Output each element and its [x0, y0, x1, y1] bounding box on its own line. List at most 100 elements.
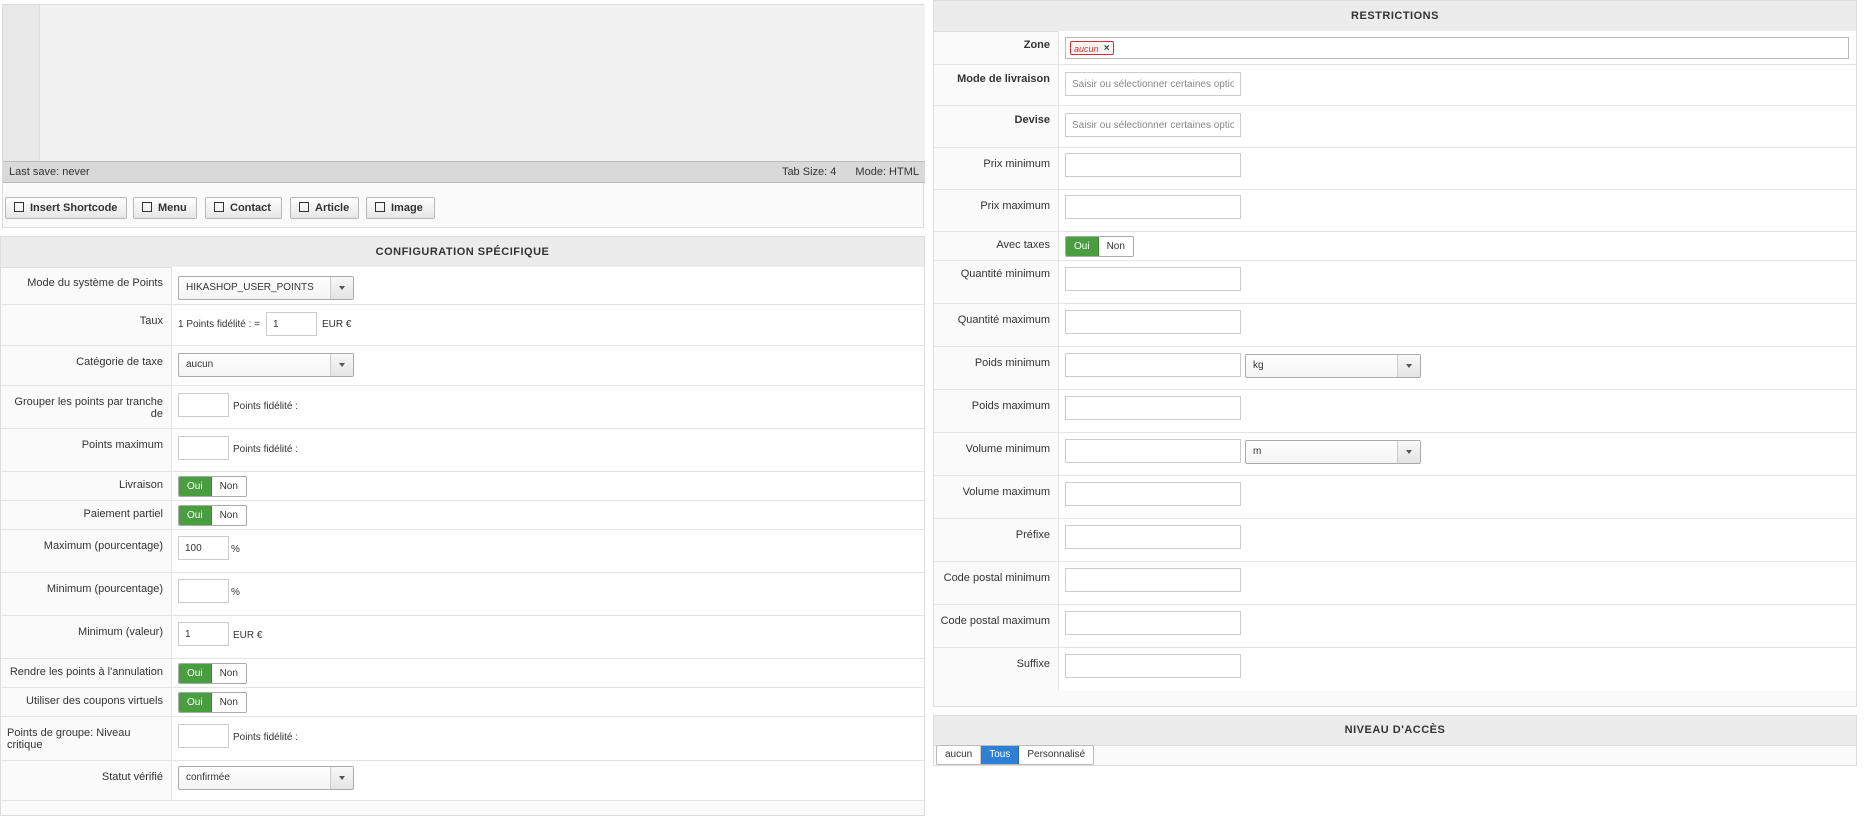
row-min-price: Prix minimum [934, 148, 1856, 190]
config-panel: CONFIGURATION SPÉCIFIQUE Mode du système… [0, 236, 925, 816]
access-option-custom[interactable]: Personnalisé [1019, 746, 1093, 764]
points-mode-select[interactable]: HIKASHOP_USER_POINTS [178, 276, 354, 300]
row-virtual-coupons: Utiliser des coupons virtuels Oui Non [1, 688, 924, 717]
image-icon [375, 202, 385, 212]
min-qty-input[interactable] [1065, 267, 1241, 291]
row-min-percent: Minimum (pourcentage) % [1, 573, 924, 616]
row-max-percent: Maximum (pourcentage) % [1, 530, 924, 573]
max-percent-label: Maximum (pourcentage) [1, 530, 172, 572]
edit-icon [14, 202, 24, 212]
row-return-points: Rendre les points à l'annulation Oui Non [1, 659, 924, 688]
rate-input[interactable] [266, 312, 317, 336]
editor-status-bar: Last save: never Tab Size: 4 Mode: HTML [3, 161, 925, 183]
max-price-label: Prix maximum [934, 190, 1059, 231]
max-qty-label: Quantité maximum [934, 304, 1059, 346]
tax-category-select[interactable]: aucun [178, 353, 354, 377]
max-percent-input[interactable] [178, 536, 229, 560]
min-weight-input[interactable] [1065, 353, 1241, 377]
shipping-no[interactable]: Non [212, 477, 246, 496]
currency-input[interactable] [1065, 113, 1241, 137]
max-points-input[interactable] [178, 436, 229, 460]
line-number-gutter [3, 5, 40, 161]
access-level-selector[interactable]: aucun Tous Personnalisé [936, 745, 1095, 765]
max-price-input[interactable] [1065, 195, 1241, 219]
row-min-postcode: Code postal minimum [934, 562, 1856, 605]
row-max-price: Prix maximum [934, 190, 1856, 232]
zone-label: Zone [934, 31, 1059, 64]
shipping-yes[interactable]: Oui [178, 477, 212, 496]
row-points-mode: Mode du système de Points HIKASHOP_USER_… [1, 267, 924, 305]
shipping-toggle[interactable]: Oui Non [178, 476, 247, 497]
return-points-yes[interactable]: Oui [178, 664, 212, 683]
row-max-points: Points maximum Points fidélité : [1, 429, 924, 472]
max-postcode-input[interactable] [1065, 611, 1241, 635]
shipping-mode-input[interactable] [1065, 72, 1241, 96]
with-taxes-yes[interactable]: Oui [1065, 237, 1099, 256]
article-button[interactable]: Article [290, 197, 359, 219]
zone-tag[interactable]: aucun × [1070, 41, 1114, 55]
row-prefix: Préfixe [934, 519, 1856, 562]
menu-button[interactable]: Menu [133, 197, 197, 219]
row-min-weight: Poids minimum kg [934, 347, 1856, 390]
verified-status-select[interactable]: confirmée [178, 766, 354, 790]
min-postcode-input[interactable] [1065, 568, 1241, 592]
access-option-none[interactable]: aucun [937, 746, 982, 764]
return-points-toggle[interactable]: Oui Non [178, 663, 247, 684]
config-section-title: CONFIGURATION SPÉCIFIQUE [1, 237, 924, 268]
return-points-no[interactable]: Non [212, 664, 246, 683]
volume-unit-select[interactable]: m [1245, 440, 1421, 464]
rate-suffix: EUR € [322, 319, 352, 330]
editor-mode-text: Mode: HTML [855, 166, 919, 178]
access-option-all[interactable]: Tous [981, 746, 1020, 764]
partial-payment-toggle[interactable]: Oui Non [178, 505, 247, 526]
min-price-input[interactable] [1065, 153, 1241, 177]
min-volume-label: Volume minimum [934, 433, 1059, 475]
group-critical-label: Points de groupe: Niveau critique [1, 717, 172, 760]
min-percent-input[interactable] [178, 579, 229, 603]
close-icon[interactable]: × [1104, 42, 1110, 56]
virtual-coupons-no[interactable]: Non [212, 693, 246, 712]
virtual-coupons-yes[interactable]: Oui [178, 693, 212, 712]
row-group-critical: Points de groupe: Niveau critique Points… [1, 717, 924, 761]
min-percent-label: Minimum (pourcentage) [1, 573, 172, 615]
group-points-input[interactable] [178, 393, 229, 417]
virtual-coupons-toggle[interactable]: Oui Non [178, 692, 247, 713]
with-taxes-no[interactable]: Non [1099, 237, 1133, 256]
group-points-label: Grouper les points par tranche de [1, 386, 172, 428]
suffix-input[interactable] [1065, 654, 1241, 678]
row-shipping-mode: Mode de livraison [934, 65, 1856, 106]
zone-tag-field[interactable]: aucun × [1065, 37, 1849, 59]
chevron-down-icon [1397, 441, 1420, 463]
code-editor[interactable] [3, 5, 925, 162]
image-button[interactable]: Image [366, 197, 435, 219]
contact-button[interactable]: Contact [205, 197, 282, 219]
editor-status-right: Tab Size: 4 Mode: HTML [766, 162, 919, 182]
restrictions-section-title: RESTRICTIONS [934, 1, 1856, 32]
min-value-input[interactable] [178, 622, 229, 646]
weight-unit-select[interactable]: kg [1245, 354, 1421, 378]
rate-prefix: 1 Points fidélité : = [178, 319, 260, 330]
row-with-taxes: Avec taxes Oui Non [934, 232, 1856, 261]
group-critical-input[interactable] [178, 724, 229, 748]
access-level-panel: NIVEAU D'ACCÈS aucun Tous Personnalisé [933, 715, 1857, 766]
max-volume-input[interactable] [1065, 482, 1241, 506]
min-weight-label: Poids minimum [934, 347, 1059, 389]
row-min-value: Minimum (valeur) EUR € [1, 616, 924, 659]
row-shipping: Livraison Oui Non [1, 472, 924, 501]
row-rate: Taux 1 Points fidélité : = EUR € [1, 305, 924, 346]
restrictions-panel: RESTRICTIONS Zone aucun × Mode de livrais… [933, 0, 1857, 707]
min-volume-input[interactable] [1065, 439, 1241, 463]
partial-payment-no[interactable]: Non [212, 506, 246, 525]
max-qty-input[interactable] [1065, 310, 1241, 334]
with-taxes-toggle[interactable]: Oui Non [1065, 236, 1134, 257]
row-max-weight: Poids maximum [934, 390, 1856, 433]
max-weight-label: Poids maximum [934, 390, 1059, 432]
group-points-suffix: Points fidélité : [233, 401, 299, 412]
max-weight-input[interactable] [1065, 396, 1241, 420]
prefix-label: Préfixe [934, 519, 1059, 561]
insert-shortcode-button[interactable]: Insert Shortcode [5, 197, 127, 219]
max-postcode-label: Code postal maximum [934, 605, 1059, 647]
row-min-qty: Quantité minimum [934, 261, 1856, 304]
partial-payment-yes[interactable]: Oui [178, 506, 212, 525]
prefix-input[interactable] [1065, 525, 1241, 549]
